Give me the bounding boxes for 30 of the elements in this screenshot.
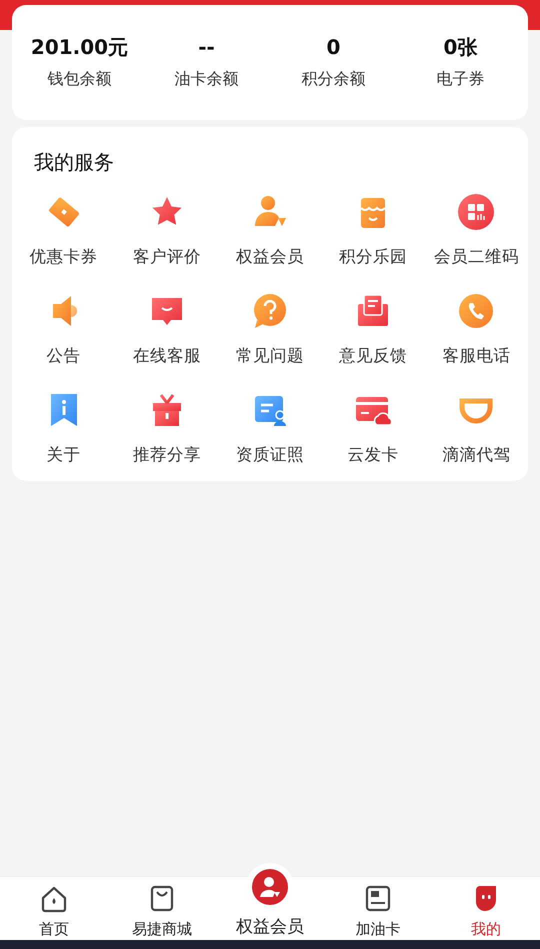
tab[interactable]: 权益会员	[216, 863, 324, 944]
service-item[interactable]: 权益会员	[236, 245, 304, 270]
service-item[interactable]: 客服电话	[442, 344, 510, 368]
stat-label: 积分余额	[300, 68, 366, 90]
service-item[interactable]: 优惠卡券	[30, 245, 98, 270]
stat-value: 0	[326, 34, 342, 58]
section-title: 我的服务	[33, 149, 115, 176]
service-item[interactable]: 积分乐园	[339, 245, 408, 270]
tab[interactable]: 首页	[0, 877, 108, 944]
service-item[interactable]: 资质证照	[236, 442, 304, 468]
service-item[interactable]: 客户评价	[132, 245, 201, 270]
tab[interactable]: 易捷商城	[108, 877, 216, 944]
service-item[interactable]: 云发卡	[348, 442, 399, 468]
service-item[interactable]: 会员二维码	[434, 245, 519, 270]
stat-value: --	[197, 34, 216, 58]
service-item[interactable]: 推荐分享	[132, 442, 201, 468]
service-item[interactable]: 公告	[46, 344, 81, 368]
stat-value: 0张	[442, 34, 478, 58]
service-item[interactable]: 滴滴代驾	[442, 442, 510, 468]
service-item[interactable]: 在线客服	[132, 344, 201, 368]
stat-label: 油卡余额	[174, 68, 240, 90]
tab[interactable]: 我的	[432, 877, 540, 944]
stat-label: 钱包余额	[46, 68, 112, 90]
service-item[interactable]: 关于	[46, 442, 81, 468]
service-item[interactable]: 常见问题	[236, 344, 304, 368]
tab[interactable]: 加油卡	[324, 877, 432, 944]
service-item[interactable]: 意见反馈	[339, 344, 408, 368]
stat-value: 201.00元	[30, 34, 130, 58]
stat-label: 电子券	[436, 68, 486, 90]
member-icon	[251, 868, 289, 906]
